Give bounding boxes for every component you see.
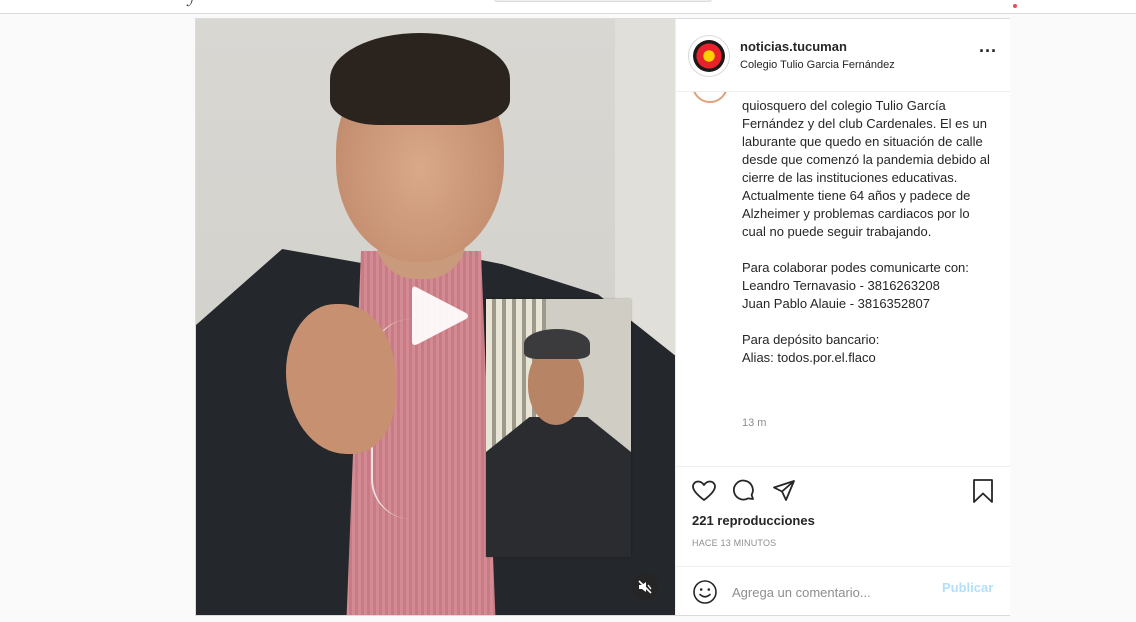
top-nav-bar: ℐ (0, 0, 1136, 14)
more-options-icon[interactable]: ··· (976, 42, 1000, 66)
posted-time[interactable]: HACE 13 MINUTOS (692, 538, 776, 548)
notification-dot (1013, 4, 1017, 8)
username-link[interactable]: noticias.tucuman (740, 39, 847, 54)
caption-scroll-area[interactable]: quiosquero del colegio Tulio García Fern… (676, 91, 1010, 467)
photo-man-jacket (486, 417, 631, 557)
comment-input[interactable] (730, 579, 934, 605)
search-box-fragment[interactable] (494, 0, 712, 2)
play-icon[interactable] (406, 281, 472, 351)
instagram-logo-fragment[interactable]: ℐ (186, 0, 193, 10)
publish-button[interactable]: Publicar (942, 580, 993, 595)
send-icon[interactable] (771, 478, 797, 504)
post-caption: quiosquero del colegio Tulio García Fern… (742, 98, 990, 365)
post-modal: noticias.tucuman Colegio Tulio Garcia Fe… (195, 18, 1010, 616)
heart-icon[interactable] (691, 478, 717, 504)
emoji-icon[interactable] (692, 579, 718, 605)
held-photograph (486, 299, 631, 557)
photo-man-cap (524, 329, 590, 359)
comment-icon[interactable] (731, 478, 757, 504)
video-subject-hair (330, 33, 510, 125)
views-count[interactable]: 221 reproducciones (692, 513, 815, 528)
comment-bar: Publicar (676, 566, 1010, 616)
post-actions: 221 reproducciones HACE 13 MINUTOS (676, 466, 1010, 567)
avatar-logo (693, 40, 725, 72)
post-header: noticias.tucuman Colegio Tulio Garcia Fe… (676, 19, 1010, 92)
avatar[interactable] (688, 35, 730, 77)
caption-timestamp[interactable]: 13 m (742, 417, 766, 429)
post-side-panel: noticias.tucuman Colegio Tulio Garcia Fe… (675, 19, 1010, 615)
video-player[interactable] (196, 19, 675, 615)
bookmark-icon[interactable] (970, 478, 996, 504)
caption-avatar[interactable] (692, 91, 728, 103)
location-link[interactable]: Colegio Tulio Garcia Fernández (740, 59, 895, 71)
muted-speaker-icon[interactable] (631, 573, 659, 601)
